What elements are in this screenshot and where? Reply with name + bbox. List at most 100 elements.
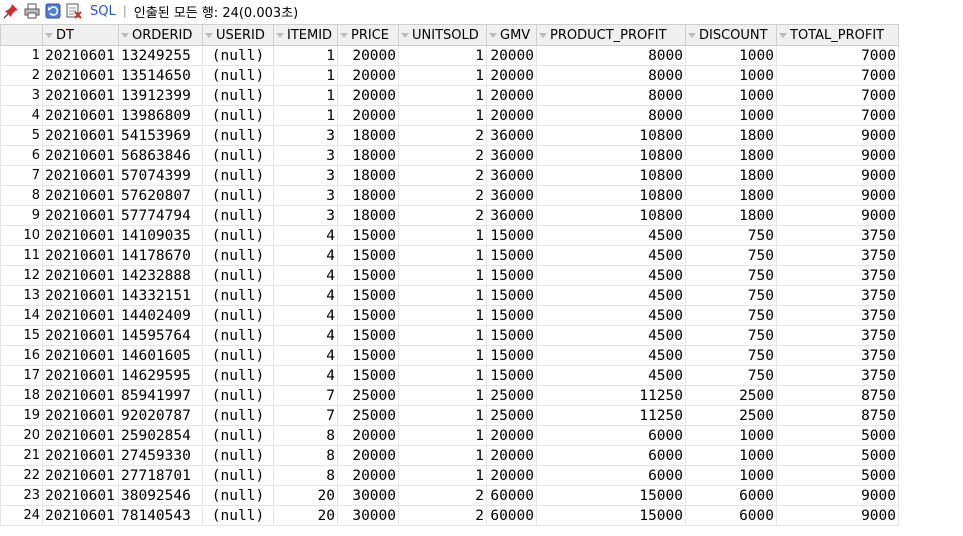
cell-orderid[interactable]: 54153969 [118, 125, 203, 146]
cell-discount[interactable]: 750 [685, 285, 777, 306]
cell-orderid[interactable]: 14402409 [118, 305, 203, 326]
cell-orderid[interactable]: 14629595 [118, 365, 203, 386]
cell-itemid[interactable]: 4 [273, 245, 338, 266]
cell-unitsold[interactable]: 2 [398, 485, 487, 506]
cell-userid[interactable]: (null) [202, 345, 274, 366]
table-row[interactable]: 9 20210601 57774794 (null) 3 18000 2 36000 10800… [0, 205, 899, 226]
cell-discount[interactable]: 6000 [685, 485, 777, 506]
cell-itemid[interactable]: 1 [273, 105, 338, 126]
row-number[interactable]: 2 [0, 65, 43, 86]
table-row[interactable]: 15 20210601 14595764 (null) 4 15000 1 15000 4500… [0, 325, 899, 346]
cell-product-profit[interactable]: 8000 [536, 45, 686, 66]
cell-dt[interactable]: 20210601 [42, 45, 119, 66]
cell-userid[interactable]: (null) [202, 265, 274, 286]
cell-discount[interactable]: 1800 [685, 205, 777, 226]
row-number[interactable]: 6 [0, 145, 43, 166]
cell-dt[interactable]: 20210601 [42, 165, 119, 186]
cell-unitsold[interactable]: 2 [398, 165, 487, 186]
cell-unitsold[interactable]: 1 [398, 85, 487, 106]
cell-unitsold[interactable]: 1 [398, 285, 487, 306]
cell-total-profit[interactable]: 9000 [776, 125, 899, 146]
cell-gmv[interactable]: 20000 [486, 425, 537, 446]
cell-product-profit[interactable]: 4500 [536, 345, 686, 366]
cell-userid[interactable]: (null) [202, 245, 274, 266]
cell-itemid[interactable]: 4 [273, 285, 338, 306]
cell-product-profit[interactable]: 10800 [536, 205, 686, 226]
table-row[interactable]: 18 20210601 85941997 (null) 7 25000 1 25000 1125… [0, 385, 899, 406]
cell-gmv[interactable]: 36000 [486, 125, 537, 146]
cell-orderid[interactable]: 14178670 [118, 245, 203, 266]
cell-unitsold[interactable]: 1 [398, 405, 487, 426]
cell-total-profit[interactable]: 3750 [776, 285, 899, 306]
cell-product-profit[interactable]: 11250 [536, 385, 686, 406]
cell-gmv[interactable]: 25000 [486, 405, 537, 426]
row-number[interactable]: 12 [0, 265, 43, 286]
cell-dt[interactable]: 20210601 [42, 265, 119, 286]
cell-userid[interactable]: (null) [202, 45, 274, 66]
table-row[interactable]: 19 20210601 92020787 (null) 7 25000 1 25000 1125… [0, 405, 899, 426]
row-number[interactable]: 15 [0, 325, 43, 346]
cell-userid[interactable]: (null) [202, 185, 274, 206]
cell-unitsold[interactable]: 1 [398, 105, 487, 126]
cell-gmv[interactable]: 36000 [486, 205, 537, 226]
cell-orderid[interactable]: 13514650 [118, 65, 203, 86]
cell-price[interactable]: 18000 [337, 145, 399, 166]
cell-gmv[interactable]: 15000 [486, 225, 537, 246]
cell-discount[interactable]: 6000 [685, 505, 777, 526]
row-number[interactable]: 5 [0, 125, 43, 146]
cell-userid[interactable]: (null) [202, 125, 274, 146]
cell-gmv[interactable]: 15000 [486, 305, 537, 326]
cell-dt[interactable]: 20210601 [42, 385, 119, 406]
cell-unitsold[interactable]: 1 [398, 345, 487, 366]
cell-unitsold[interactable]: 1 [398, 365, 487, 386]
cell-discount[interactable]: 1000 [685, 465, 777, 486]
cell-dt[interactable]: 20210601 [42, 65, 119, 86]
cell-orderid[interactable]: 57620807 [118, 185, 203, 206]
column-header-orderid[interactable]: ORDERID [118, 24, 203, 46]
column-header-rownum[interactable] [0, 24, 43, 46]
cell-total-profit[interactable]: 7000 [776, 65, 899, 86]
cell-product-profit[interactable]: 8000 [536, 65, 686, 86]
cell-discount[interactable]: 1800 [685, 125, 777, 146]
table-row[interactable]: 2 20210601 13514650 (null) 1 20000 1 20000 8000 1… [0, 65, 899, 86]
cell-total-profit[interactable]: 3750 [776, 305, 899, 326]
cell-unitsold[interactable]: 1 [398, 385, 487, 406]
cell-discount[interactable]: 750 [685, 305, 777, 326]
cell-discount[interactable]: 750 [685, 225, 777, 246]
cell-total-profit[interactable]: 9000 [776, 205, 899, 226]
cell-price[interactable]: 20000 [337, 465, 399, 486]
cell-unitsold[interactable]: 2 [398, 185, 487, 206]
cell-discount[interactable]: 1000 [685, 105, 777, 126]
cell-gmv[interactable]: 15000 [486, 285, 537, 306]
cell-product-profit[interactable]: 6000 [536, 425, 686, 446]
cell-itemid[interactable]: 4 [273, 305, 338, 326]
table-row[interactable]: 21 20210601 27459330 (null) 8 20000 1 20000 6000… [0, 445, 899, 466]
cell-orderid[interactable]: 27459330 [118, 445, 203, 466]
cell-price[interactable]: 25000 [337, 385, 399, 406]
cell-total-profit[interactable]: 3750 [776, 365, 899, 386]
column-header-unitsold[interactable]: UNITSOLD [398, 24, 487, 46]
cell-itemid[interactable]: 3 [273, 145, 338, 166]
cell-discount[interactable]: 1000 [685, 65, 777, 86]
cell-itemid[interactable]: 7 [273, 405, 338, 426]
cell-userid[interactable]: (null) [202, 425, 274, 446]
cell-price[interactable]: 15000 [337, 265, 399, 286]
cell-total-profit[interactable]: 3750 [776, 345, 899, 366]
cell-product-profit[interactable]: 10800 [536, 185, 686, 206]
cell-total-profit[interactable]: 8750 [776, 385, 899, 406]
table-row[interactable]: 16 20210601 14601605 (null) 4 15000 1 15000 4500… [0, 345, 899, 366]
clear-icon[interactable] [66, 3, 82, 19]
cell-product-profit[interactable]: 4500 [536, 225, 686, 246]
cell-gmv[interactable]: 15000 [486, 345, 537, 366]
table-row[interactable]: 5 20210601 54153969 (null) 3 18000 2 36000 10800… [0, 125, 899, 146]
cell-itemid[interactable]: 20 [273, 485, 338, 506]
cell-dt[interactable]: 20210601 [42, 145, 119, 166]
cell-discount[interactable]: 750 [685, 365, 777, 386]
cell-discount[interactable]: 1800 [685, 165, 777, 186]
cell-userid[interactable]: (null) [202, 325, 274, 346]
cell-product-profit[interactable]: 4500 [536, 325, 686, 346]
cell-discount[interactable]: 750 [685, 265, 777, 286]
row-number[interactable]: 3 [0, 85, 43, 106]
cell-orderid[interactable]: 57074399 [118, 165, 203, 186]
cell-itemid[interactable]: 1 [273, 65, 338, 86]
